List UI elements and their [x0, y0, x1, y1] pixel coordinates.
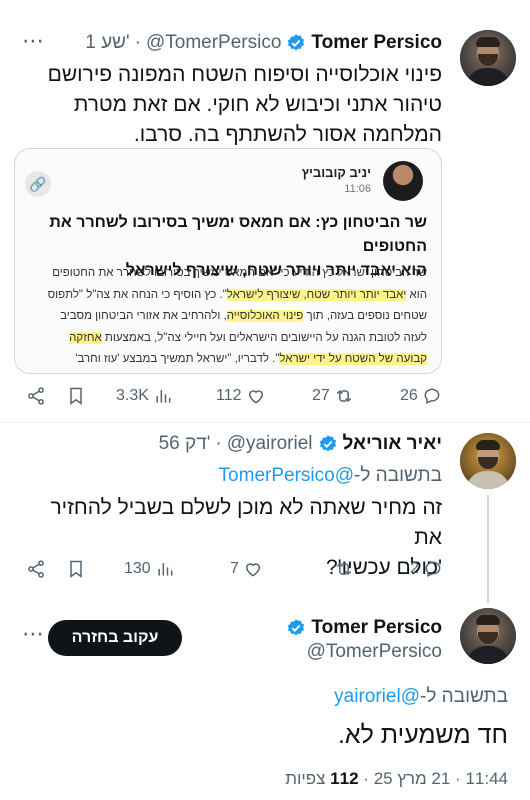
views-button[interactable]: 130 [124, 559, 175, 579]
like-button[interactable]: 112 [216, 386, 266, 406]
tweet-text-line: זה מחיר שאתה לא מוכן לשלם בשביל להחזיר א… [50, 496, 442, 549]
separator: · [363, 769, 369, 788]
tweet-text: חד משמעית לא. [337, 721, 508, 749]
views-count: 3.3K [116, 387, 149, 404]
tweet-actions: 130 7 2 [20, 559, 460, 585]
likes-count: 112 [216, 387, 242, 404]
heart-icon [248, 390, 263, 404]
bookmark-icon [70, 560, 82, 578]
tweet-time[interactable]: 1 שע' [85, 32, 129, 54]
verified-badge-icon [288, 619, 305, 636]
card-body-line: שטחים נוספים בעזה, תוך פינוי האוכלוסייה,… [60, 310, 427, 322]
tweet-time[interactable]: 56 דק' [159, 433, 211, 455]
avatar-yair-oriel[interactable] [460, 433, 516, 489]
tweet-text: פינוי אוכלוסייה וסיפוח השטח המפונה פירוש… [22, 60, 442, 150]
avatar-tomer-persico[interactable] [460, 30, 516, 86]
handle-row: @TomerPersico [307, 641, 442, 663]
author-handle[interactable]: @TomerPersico [307, 641, 442, 663]
author-name[interactable]: Tomer Persico [311, 32, 442, 54]
retweet-icon [336, 562, 352, 576]
share-icon [28, 387, 44, 405]
author-handle[interactable]: @yairoriel [227, 433, 313, 455]
tweet-text-line: פינוי אוכלוסייה וסיפוח השטח המפונה פירוש… [47, 63, 442, 86]
reply-icon [425, 561, 441, 577]
reply-prefix: בתשובה ל- [420, 686, 508, 707]
card-author-avatar [383, 161, 423, 201]
tweet-time[interactable]: 11:44 [465, 769, 508, 788]
bookmark-button[interactable] [66, 559, 86, 579]
reply-prefix: בתשובה ל- [354, 465, 442, 486]
tweet-header: יאיר אוריאל @yairoriel · 56 דק' [159, 433, 442, 455]
heart-icon [245, 563, 260, 577]
card-body-line: הוא יאבד יותר ויותר שטח, שיצורף לישראל".… [47, 288, 427, 301]
card-time: 11:06 [344, 183, 371, 195]
analytics-icon [158, 563, 173, 576]
tweet-header: Tomer Persico [286, 617, 442, 639]
tweet-text-line: המלחמה אסור להשתתף בה. סרבו. [133, 123, 442, 146]
tweet-header: Tomer Persico @TomerPersico · 1 שע' [85, 32, 442, 54]
verified-badge-icon [319, 435, 336, 452]
tweet-meta: 11:44 · 21 מרץ 25 · 112 צפיות [285, 764, 508, 794]
card-author-name: יניב קובוביץ [301, 165, 371, 180]
reply-context: בתשובה ל-@yairoriel [334, 682, 508, 712]
reply-to-handle[interactable]: @TomerPersico [219, 465, 354, 486]
tweet-reply[interactable]: יאיר אוריאל @yairoriel · 56 דק' בתשובה ל… [0, 423, 530, 603]
reply-button[interactable]: 2 [410, 559, 443, 579]
reply-context: בתשובה ל-@TomerPersico [219, 461, 442, 491]
retweet-icon [336, 389, 351, 403]
tweet-date[interactable]: 21 מרץ 25 [374, 769, 451, 788]
more-options-icon[interactable]: ⋯ [22, 621, 45, 647]
bookmark-button[interactable] [66, 386, 86, 406]
verified-badge-icon [288, 34, 305, 51]
author-name[interactable]: Tomer Persico [311, 617, 442, 639]
views-label: צפיות [285, 769, 326, 788]
tweet-actions: 3.3K 112 27 26 [20, 386, 460, 412]
analytics-icon [156, 390, 171, 403]
follow-back-button[interactable]: עקוב בחזרה [48, 620, 182, 656]
likes-count: 7 [230, 560, 239, 577]
separator: · [134, 32, 141, 53]
share-button[interactable] [26, 559, 46, 579]
replies-count: 26 [400, 387, 418, 404]
card-body-line: לעזה לטובת הגנה על היישובים הישראלים ועל… [69, 331, 427, 344]
link-icon[interactable]: 🔗 [25, 171, 51, 197]
card-body-line: שר הביטחון ישראל כץ הודיע כי "אם חמאס ימ… [52, 267, 427, 279]
card-headline-line: שר הביטחון כץ: אם חמאס ימשיך בסירובו לשח… [49, 214, 427, 255]
tweet-original[interactable]: Tomer Persico @TomerPersico · 1 שע' ⋯ פי… [0, 0, 530, 420]
embedded-image-card[interactable]: 🔗 יניב קובוביץ 11:06 שר הביטחון כץ: אם ח… [14, 148, 442, 374]
views-button[interactable]: 3.3K [116, 386, 173, 406]
views-count: 112 [330, 769, 359, 788]
views-count: 130 [124, 560, 151, 577]
separator: · [455, 769, 461, 788]
reply-icon [424, 388, 440, 404]
share-icon [28, 560, 44, 578]
bookmark-icon [70, 387, 82, 405]
thread-line [487, 495, 489, 603]
more-options-icon[interactable]: ⋯ [22, 28, 45, 54]
card-body: שר הביטחון ישראל כץ הודיע כי "אם חמאס ימ… [23, 263, 427, 371]
tweet-text-line: טיהור אתני וכיבוש לא חוקי. אם זאת מטרת [73, 93, 442, 116]
avatar-tomer-persico[interactable] [460, 608, 516, 664]
retweet-button[interactable]: 27 [312, 386, 354, 406]
like-button[interactable]: 7 [230, 559, 263, 579]
card-body-line: קבועה של השטח על ידי ישראל". לדבריו, "יש… [75, 353, 427, 365]
reply-button[interactable]: 26 [400, 386, 442, 406]
reply-to-handle[interactable]: @yairoriel [334, 686, 420, 707]
retweet-button[interactable] [330, 559, 354, 579]
author-handle[interactable]: @TomerPersico [146, 32, 281, 54]
author-name[interactable]: יאיר אוריאל [343, 433, 442, 455]
replies-count: 2 [410, 560, 419, 577]
share-button[interactable] [26, 386, 46, 406]
retweets-count: 27 [312, 387, 330, 404]
separator: · [215, 433, 222, 454]
